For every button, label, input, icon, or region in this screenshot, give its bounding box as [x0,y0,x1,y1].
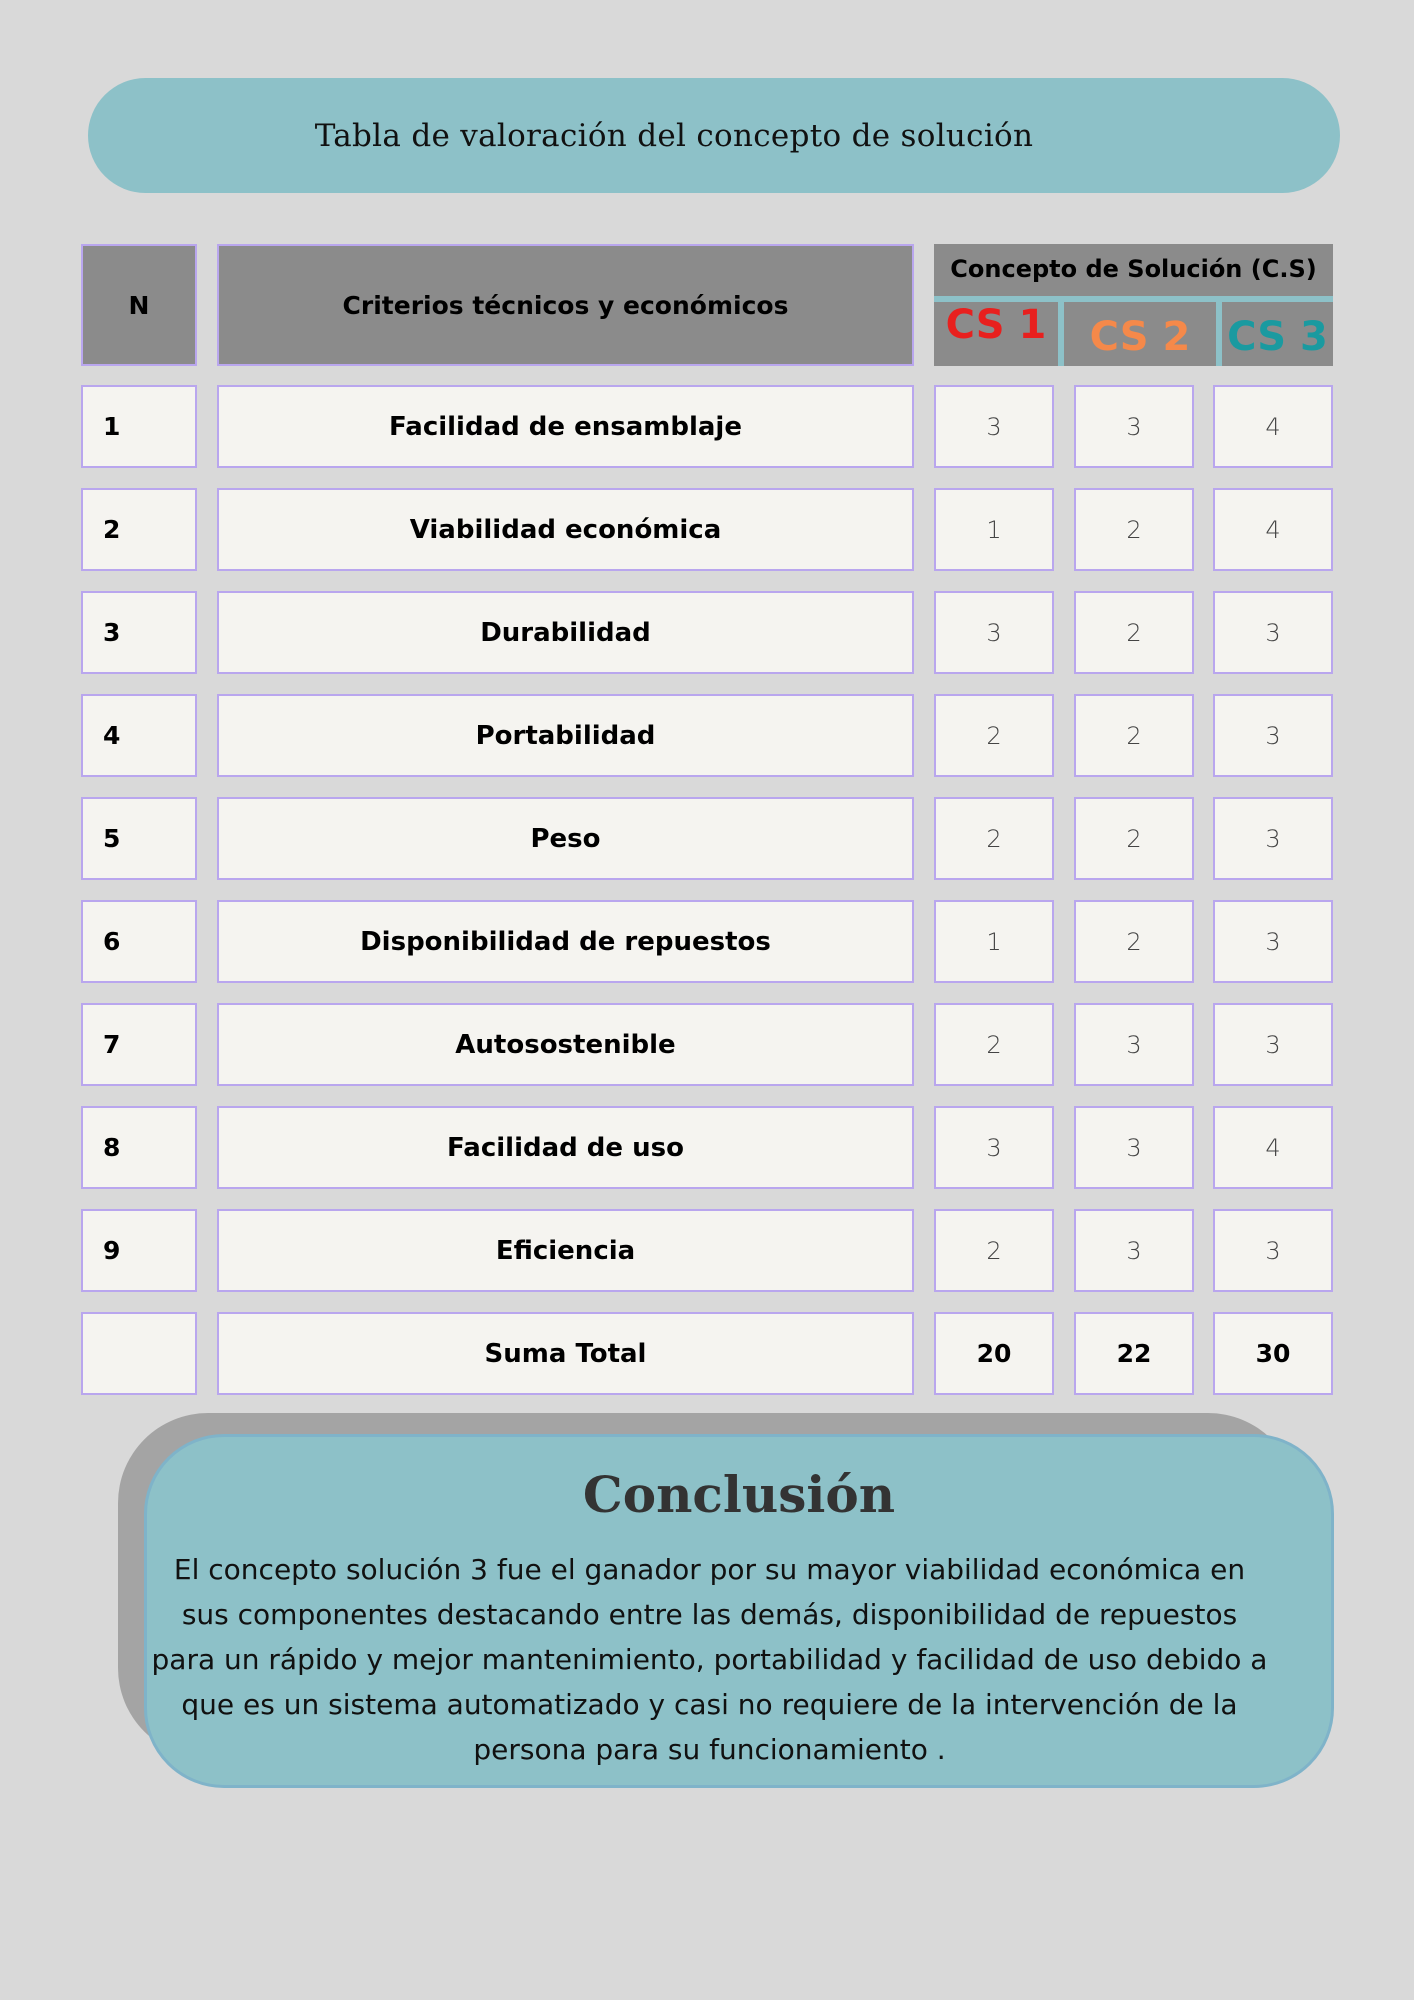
conclusion-title: Conclusión [582,1465,896,1524]
criterion-cell: Portabilidad [217,694,914,777]
title-banner: Tabla de valoración del concepto de solu… [88,78,1340,193]
row-number: 8 [81,1106,197,1189]
criterion-cell: Autosostenible [217,1003,914,1086]
cs1-score: 2 [934,797,1054,880]
row-number: 9 [81,1209,197,1292]
cs3-score: 3 [1213,797,1333,880]
cs3-score: 3 [1213,694,1333,777]
cs1-label: CS 1 [945,302,1047,348]
cs2-score: 3 [1074,1003,1194,1086]
header-n: N [81,244,197,366]
row-number: 1 [81,385,197,468]
cs3-score: 3 [1213,591,1333,674]
cs3-score: 3 [1213,1003,1333,1086]
cs3-score: 4 [1213,1106,1333,1189]
total-empty-cell [81,1312,197,1395]
cs1-score: 2 [934,1003,1054,1086]
cs2-score: 2 [1074,900,1194,983]
cs1-score: 3 [934,591,1054,674]
cs3-score: 4 [1213,488,1333,571]
cs2-score: 3 [1074,385,1194,468]
row-number: 5 [81,797,197,880]
cs2-score: 3 [1074,1209,1194,1292]
cs2-score: 2 [1074,591,1194,674]
total-label: Suma Total [217,1312,914,1395]
row-number: 4 [81,694,197,777]
header-criteria: Criterios técnicos y económicos [217,244,914,366]
cs1-total: 20 [934,1312,1054,1395]
concept-header: Concepto de Solución (C.S) CS 1 CS 2 CS … [934,244,1333,366]
page-title: Tabla de valoración del concepto de solu… [314,117,1034,154]
criterion-cell: Eficiencia [217,1209,914,1292]
criterion-cell: Durabilidad [217,591,914,674]
row-number: 3 [81,591,197,674]
criterion-cell: Viabilidad económica [217,488,914,571]
cs1-score: 2 [934,1209,1054,1292]
cs3-total: 30 [1213,1312,1333,1395]
cs1-score: 3 [934,1106,1054,1189]
cs3-score: 4 [1213,385,1333,468]
cs1-score: 3 [934,385,1054,468]
cs2-score: 2 [1074,797,1194,880]
criterion-cell: Disponibilidad de repuestos [217,900,914,983]
criterion-cell: Peso [217,797,914,880]
conclusion-box: Conclusión El concepto solución 3 fue el… [144,1434,1334,1788]
criterion-cell: Facilidad de ensamblaje [217,385,914,468]
conclusion-text: El concepto solución 3 fue el ganador po… [151,1553,1268,1766]
concept-group-title: Concepto de Solución (C.S) [950,255,1317,283]
cs2-total: 22 [1074,1312,1194,1395]
cs2-score: 2 [1074,488,1194,571]
row-number: 7 [81,1003,197,1086]
row-number: 2 [81,488,197,571]
criterion-cell: Facilidad de uso [217,1106,914,1189]
cs3-score: 3 [1213,1209,1333,1292]
cs2-label: CS 2 [1089,314,1191,360]
cs3-label: CS 3 [1227,314,1328,360]
cs1-score: 1 [934,900,1054,983]
cs1-score: 1 [934,488,1054,571]
row-number: 6 [81,900,197,983]
cs2-score: 3 [1074,1106,1194,1189]
cs1-score: 2 [934,694,1054,777]
cs2-score: 2 [1074,694,1194,777]
cs3-score: 3 [1213,900,1333,983]
